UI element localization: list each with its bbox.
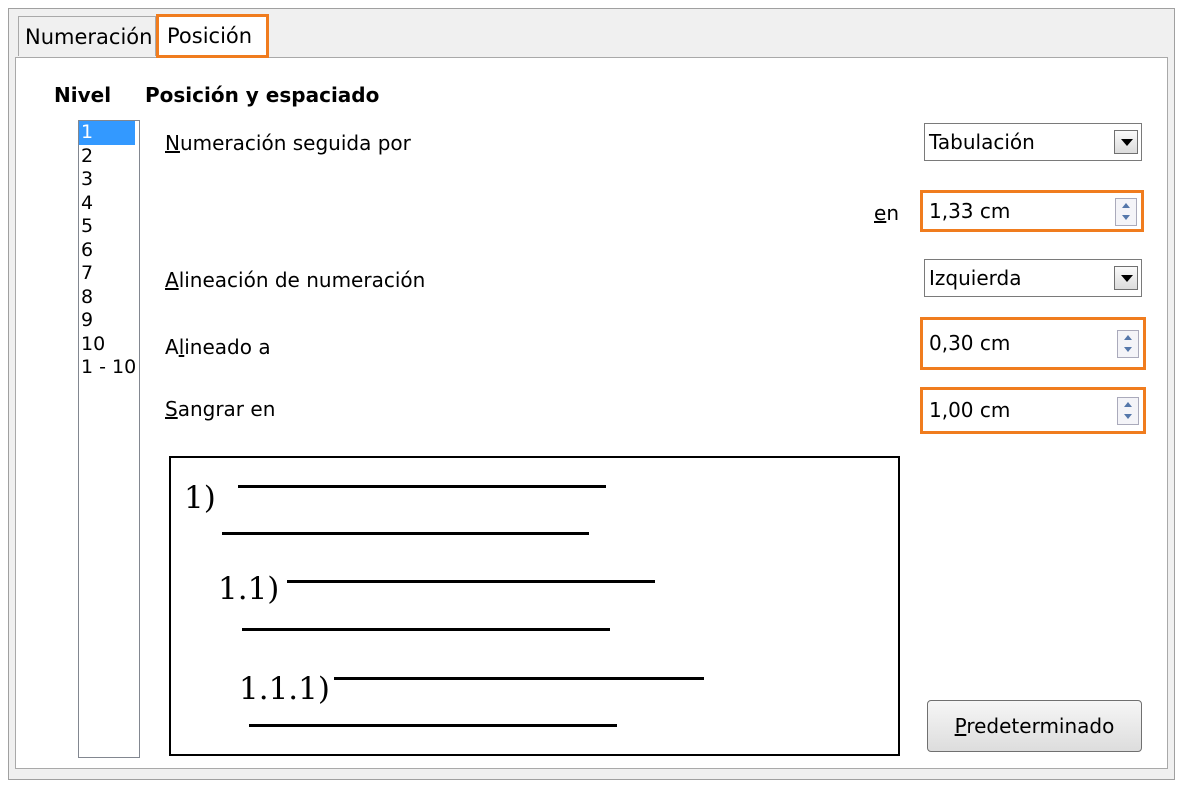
default-button-mnemonic: P <box>954 714 967 738</box>
indent-at-label: Sangrar en <box>165 397 275 421</box>
nivel-item-8[interactable]: 8 <box>79 286 139 310</box>
tab-at-spinbox[interactable]: 1,33 cm <box>920 190 1144 232</box>
nivel-item-6[interactable]: 6 <box>79 239 139 263</box>
preview-line <box>222 532 589 535</box>
preview-line <box>249 724 617 727</box>
tab-at-label: en <box>874 201 899 225</box>
nivel-header: Nivel <box>54 83 112 107</box>
nivel-item-5[interactable]: 5 <box>79 215 139 239</box>
preview-level-3-number: 1.1.1) <box>239 671 330 707</box>
nivel-item-all[interactable]: 1 - 10 <box>79 356 139 380</box>
alignment-label: Alineación de numeración <box>165 268 425 292</box>
numbering-preview: 1) 1.1) 1.1.1) <box>169 456 900 756</box>
aligned-at-label-pre: A <box>165 335 179 359</box>
chevron-down-icon[interactable] <box>1114 266 1138 290</box>
followed-by-select[interactable]: Tabulación <box>924 123 1142 161</box>
preview-line <box>334 677 704 680</box>
position-header: Posición y espaciado <box>145 83 380 107</box>
followed-by-label-text: umeración seguida por <box>179 131 411 155</box>
spin-arrows-icon[interactable] <box>1117 397 1139 425</box>
nivel-item-3[interactable]: 3 <box>79 168 139 192</box>
indent-at-value: 1,00 cm <box>929 398 1011 422</box>
indent-at-spinbox[interactable]: 1,00 cm <box>920 387 1146 434</box>
default-button-label: redeterminado <box>966 714 1115 738</box>
indent-at-label-text: angrar en <box>177 397 276 421</box>
nivel-item-2[interactable]: 2 <box>79 145 139 169</box>
nivel-list[interactable]: 1 2 3 4 5 6 7 8 9 10 1 - 10 <box>78 120 140 758</box>
alignment-label-text: lineación de numeración <box>178 268 426 292</box>
nivel-item-9[interactable]: 9 <box>79 309 139 333</box>
aligned-at-label-text: ineado a <box>184 335 271 359</box>
aligned-at-label: Alineado a <box>165 335 271 359</box>
preview-line <box>238 485 606 488</box>
default-button[interactable]: Predeterminado <box>927 700 1142 752</box>
chevron-down-icon[interactable] <box>1114 130 1138 154</box>
preview-line <box>242 628 610 631</box>
followed-by-value: Tabulación <box>929 130 1035 154</box>
tab-at-label-mnemonic: e <box>874 201 887 225</box>
tab-posicion[interactable]: Posición <box>156 14 269 58</box>
indent-at-label-mnemonic: S <box>165 397 178 421</box>
tab-posicion-label: Posición <box>167 24 253 48</box>
tab-numeracion[interactable]: Numeración <box>18 16 156 56</box>
nivel-item-4[interactable]: 4 <box>79 192 139 216</box>
aligned-at-value: 0,30 cm <box>929 331 1011 355</box>
nivel-item-10[interactable]: 10 <box>79 333 139 357</box>
alignment-select[interactable]: Izquierda <box>924 259 1142 297</box>
nivel-item-7[interactable]: 7 <box>79 262 139 286</box>
preview-level-1-number: 1) <box>184 480 216 516</box>
tab-numeracion-label: Numeración <box>25 25 153 49</box>
preview-level-2-number: 1.1) <box>218 571 280 607</box>
aligned-at-spinbox[interactable]: 0,30 cm <box>920 317 1146 370</box>
tab-at-value: 1,33 cm <box>929 199 1011 223</box>
spin-arrows-icon[interactable] <box>1115 198 1137 226</box>
spin-arrows-icon[interactable] <box>1117 330 1139 358</box>
nivel-item-1[interactable]: 1 <box>79 121 135 145</box>
alignment-label-mnemonic: A <box>165 268 179 292</box>
followed-by-label-mnemonic: N <box>165 131 180 155</box>
alignment-value: Izquierda <box>929 266 1022 290</box>
preview-line <box>287 580 655 583</box>
tab-at-label-text: n <box>886 201 899 225</box>
followed-by-label: Numeración seguida por <box>165 131 411 155</box>
